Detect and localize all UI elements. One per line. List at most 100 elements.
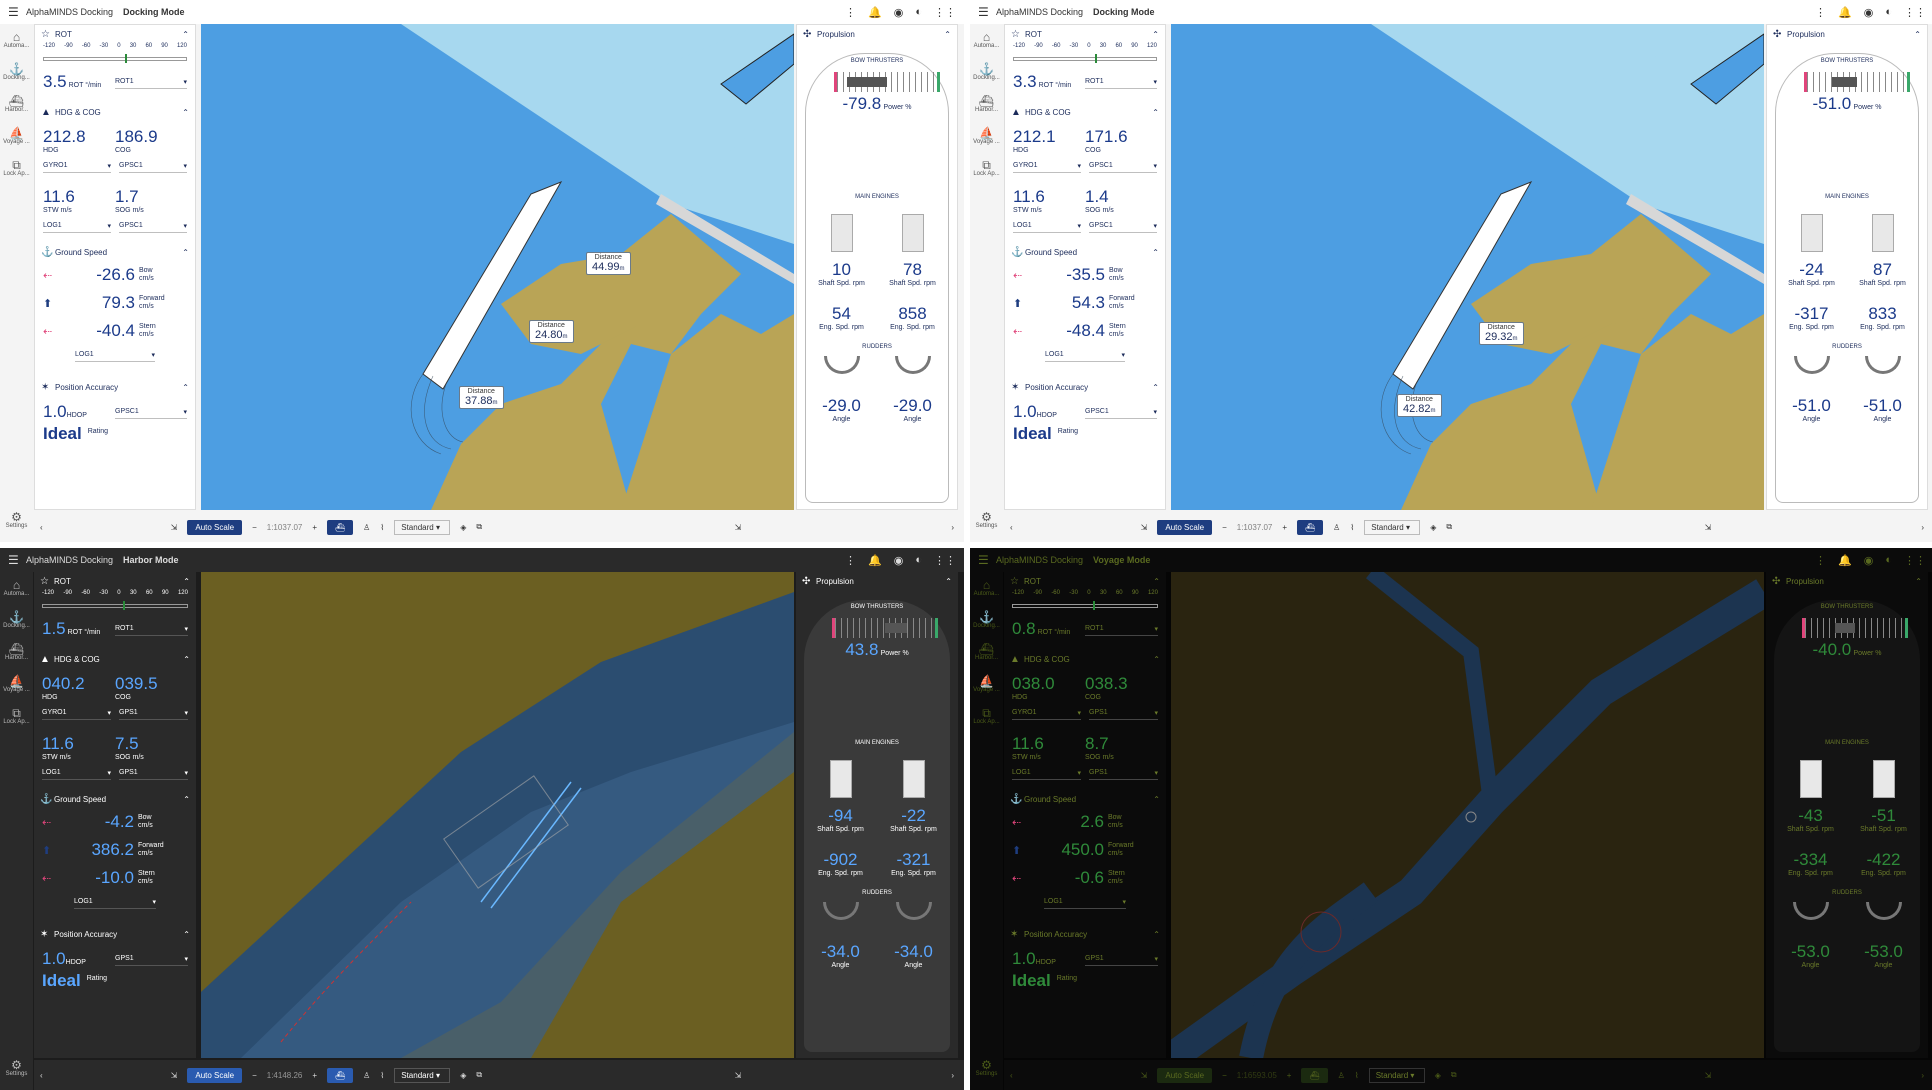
ground-speed-header[interactable]: ⚓ Ground Speed ⌃ — [1004, 790, 1166, 808]
hdg-source-select[interactable]: GYRO1 ▾ — [1013, 160, 1081, 173]
chevron-left-icon[interactable]: ‹ — [1010, 523, 1013, 532]
bell-icon[interactable]: 🔔 — [1838, 6, 1852, 19]
chevron-up-icon[interactable]: ⌃ — [1152, 30, 1159, 39]
gs-source-select[interactable]: LOG1 ▾ — [74, 896, 156, 909]
chevron-left-icon[interactable]: ‹ — [1010, 1071, 1013, 1080]
ruler-icon[interactable]: ⌇ — [380, 523, 384, 532]
engine-lever-1[interactable] — [829, 760, 852, 798]
chevron-left-icon[interactable]: ‹ — [40, 1071, 43, 1080]
ship-view-button[interactable]: ⛴ — [327, 519, 354, 535]
chart-style-select[interactable]: Standard ▾ — [394, 519, 451, 535]
settings-button[interactable]: ⚙ Settings — [0, 504, 33, 536]
chevron-left-icon[interactable]: ‹ — [40, 523, 43, 532]
chevron-up-icon[interactable]: ⌃ — [182, 108, 189, 117]
nav-item-3[interactable]: ⛵ Voyage ... — [970, 120, 1003, 152]
chevron-up-icon[interactable]: ⌃ — [1152, 248, 1159, 257]
chevron-up-icon[interactable]: ⌃ — [945, 577, 952, 586]
nav-item-2[interactable]: ⛴ Harbor... — [970, 636, 1003, 668]
chevron-right-icon[interactable]: › — [1921, 1071, 1924, 1080]
chevron-up-icon[interactable]: ⌃ — [1914, 30, 1921, 39]
collapse-right-icon[interactable]: ⇲ — [1705, 523, 1712, 532]
ruler-icon[interactable]: ⌇ — [1355, 1071, 1359, 1080]
engine-lever-2[interactable] — [901, 214, 924, 252]
menu-icon[interactable]: ☰ — [978, 553, 996, 567]
auto-scale-button[interactable]: Auto Scale — [187, 519, 243, 535]
external-link-icon[interactable]: ⧉ — [476, 1070, 482, 1080]
sog-source-select[interactable]: GPS1 ▾ — [1089, 767, 1158, 780]
gs-source-select[interactable]: LOG1 ▾ — [1045, 349, 1125, 362]
stw-source-select[interactable]: LOG1 ▾ — [1013, 220, 1081, 233]
layers-icon[interactable]: ◈ — [460, 1071, 466, 1080]
hdop-source-select[interactable]: GPS1 ▾ — [115, 953, 188, 966]
chart-style-select[interactable]: Standard ▾ — [394, 1067, 451, 1083]
theme-icon[interactable]: ◐ — [915, 6, 922, 18]
hdgcog-header[interactable]: ▲ HDG & COG ⌃ — [35, 103, 195, 121]
auto-scale-button[interactable]: Auto Scale — [1157, 519, 1213, 535]
gs-source-select[interactable]: LOG1 ▾ — [1044, 896, 1126, 909]
engine-lever-2[interactable] — [1871, 214, 1894, 252]
collapse-icon[interactable]: ⇲ — [1141, 523, 1148, 532]
ground-speed-header[interactable]: ⚓ Ground Speed ⌃ — [35, 243, 195, 261]
chevron-right-icon[interactable]: › — [1921, 523, 1924, 532]
user-icon[interactable]: ◉ — [894, 6, 904, 19]
bell-icon[interactable]: 🔔 — [868, 554, 882, 567]
chevron-up-icon[interactable]: ⌃ — [1915, 577, 1922, 586]
rot-header[interactable]: ☆ ROT ⌃ — [35, 25, 195, 43]
rot-source-select[interactable]: ROT1 ▾ — [115, 623, 188, 636]
person-icon[interactable]: ♙ — [363, 523, 370, 532]
ruler-icon[interactable]: ⌇ — [1350, 523, 1354, 532]
chart-map[interactable]: Distance 44.99m Distance 24.80m Distance 37.8… — [201, 24, 794, 510]
sog-source-select[interactable]: GPS1 ▾ — [119, 767, 188, 780]
nav-item-3[interactable]: ⛵ Voyage ... — [970, 668, 1003, 700]
chart-map[interactable]: Distance 29.32m Distance 42.82m — [1171, 24, 1764, 510]
apps-grid-icon[interactable]: ⋮⋮ — [934, 554, 956, 567]
collapse-right-icon[interactable]: ⇲ — [735, 523, 742, 532]
zoom-out-button[interactable]: − — [252, 523, 257, 532]
propulsion-header[interactable]: ✣ Propulsion ⌃ — [1766, 572, 1928, 590]
nav-item-0[interactable]: ⌂ Automa... — [970, 24, 1003, 56]
hdop-source-select[interactable]: GPSC1 ▾ — [1085, 406, 1157, 419]
engine-lever-1[interactable] — [1800, 214, 1823, 252]
chevron-up-icon[interactable]: ⌃ — [182, 248, 189, 257]
nav-item-3[interactable]: ⛵ Voyage ... — [0, 120, 33, 152]
collapse-icon[interactable]: ⇲ — [171, 1071, 178, 1080]
zoom-in-button[interactable]: + — [312, 523, 317, 532]
rot-source-select[interactable]: ROT1 ▾ — [1085, 76, 1157, 89]
rot-header[interactable]: ☆ ROT ⌃ — [34, 572, 196, 590]
propulsion-header[interactable]: ✣ Propulsion ⌃ — [796, 572, 958, 590]
theme-icon[interactable]: ◐ — [915, 554, 922, 566]
bell-icon[interactable]: 🔔 — [868, 6, 882, 19]
hdg-source-select[interactable]: GYRO1 ▾ — [1012, 707, 1081, 720]
external-link-icon[interactable]: ⧉ — [476, 522, 482, 532]
settings-button[interactable]: ⚙ Settings — [0, 1052, 33, 1084]
more-icon[interactable]: ⋮ — [845, 554, 856, 567]
sog-source-select[interactable]: GPSC1 ▾ — [1089, 220, 1157, 233]
settings-button[interactable]: ⚙ Settings — [970, 1052, 1003, 1084]
layers-icon[interactable]: ◈ — [1435, 1071, 1441, 1080]
cog-source-select[interactable]: GPSC1 ▾ — [1089, 160, 1157, 173]
zoom-out-button[interactable]: − — [252, 1071, 257, 1080]
external-link-icon[interactable]: ⧉ — [1446, 522, 1452, 532]
hdop-source-select[interactable]: GPSC1 ▾ — [115, 406, 187, 419]
nav-item-4[interactable]: ⧉ Lock Ap... — [970, 152, 1003, 184]
person-icon[interactable]: ♙ — [1338, 1071, 1345, 1080]
chevron-up-icon[interactable]: ⌃ — [183, 655, 190, 664]
ship-view-button[interactable]: ⛴ — [1297, 519, 1324, 535]
chevron-up-icon[interactable]: ⌃ — [1152, 108, 1159, 117]
sog-source-select[interactable]: GPSC1 ▾ — [119, 220, 187, 233]
rot-header[interactable]: ☆ ROT ⌃ — [1005, 25, 1165, 43]
hdg-source-select[interactable]: GYRO1 ▾ — [42, 707, 111, 720]
engine-lever-2[interactable] — [1872, 760, 1895, 798]
ship-view-button[interactable]: ⛴ — [1301, 1067, 1328, 1083]
collapse-right-icon[interactable]: ⇲ — [735, 1071, 742, 1080]
chevron-right-icon[interactable]: › — [951, 1071, 954, 1080]
nav-item-0[interactable]: ⌂ Automa... — [0, 572, 33, 604]
layers-icon[interactable]: ◈ — [460, 523, 466, 532]
person-icon[interactable]: ♙ — [1333, 523, 1340, 532]
menu-icon[interactable]: ☰ — [8, 553, 26, 567]
chevron-up-icon[interactable]: ⌃ — [183, 795, 190, 804]
hdgcog-header[interactable]: ▲ HDG & COG ⌃ — [34, 650, 196, 668]
propulsion-header[interactable]: ✣ Propulsion ⌃ — [1767, 25, 1927, 43]
bell-icon[interactable]: 🔔 — [1838, 554, 1852, 567]
chart-map[interactable] — [1171, 572, 1764, 1058]
